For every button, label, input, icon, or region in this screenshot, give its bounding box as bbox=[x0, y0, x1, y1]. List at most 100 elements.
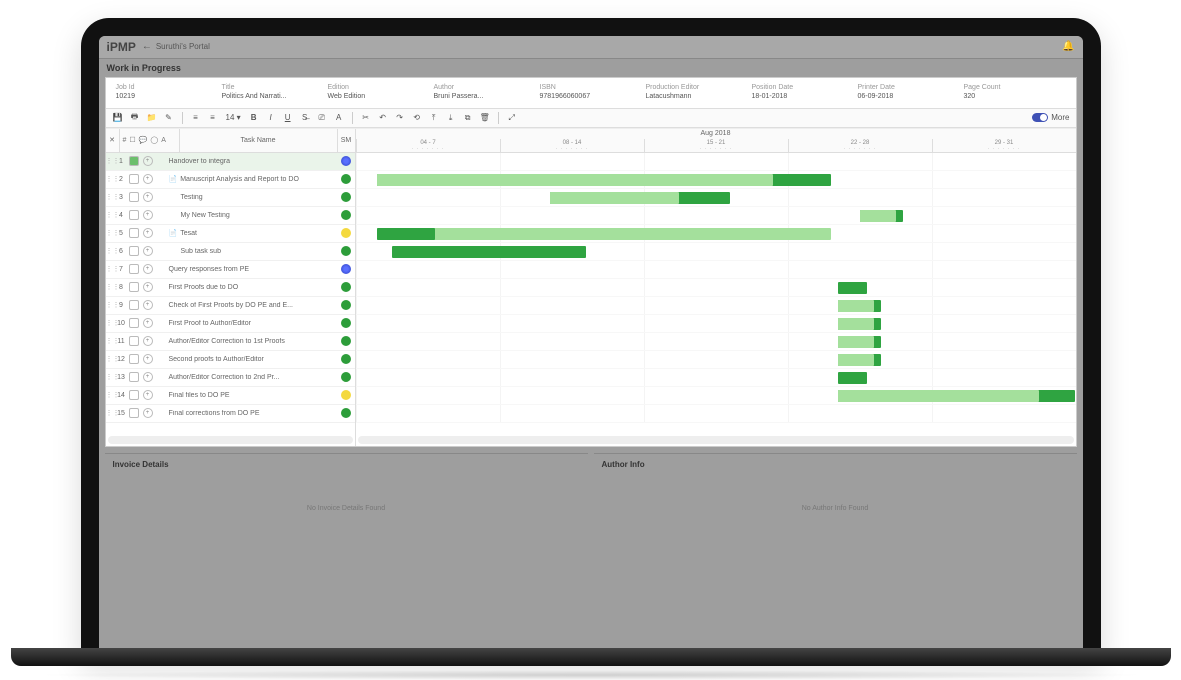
row-checkbox[interactable] bbox=[129, 174, 139, 184]
drag-grip-icon[interactable]: ⋮⋮ bbox=[106, 391, 116, 399]
task-row[interactable]: ⋮⋮10+First Proof to Author/Editor bbox=[106, 315, 355, 333]
expand-icon[interactable]: + bbox=[143, 228, 153, 238]
row-checkbox[interactable] bbox=[129, 282, 139, 292]
gantt-bar[interactable] bbox=[838, 390, 1040, 402]
align-left-icon[interactable]: ≡ bbox=[190, 112, 202, 124]
task-row[interactable]: ⋮⋮14+Final files to DO PE bbox=[106, 387, 355, 405]
expand-icon[interactable]: + bbox=[143, 264, 153, 274]
task-row[interactable]: ⋮⋮7+Query responses from PE bbox=[106, 261, 355, 279]
gantt-bar[interactable] bbox=[838, 318, 874, 330]
expand-icon[interactable]: + bbox=[143, 318, 153, 328]
cut-icon[interactable]: ✂ bbox=[360, 112, 372, 124]
gantt-bar[interactable] bbox=[392, 246, 586, 258]
expand-icon[interactable]: + bbox=[143, 156, 153, 166]
strikethrough-icon[interactable]: S̶ bbox=[299, 112, 311, 124]
row-checkbox[interactable] bbox=[129, 318, 139, 328]
portal-name[interactable]: Suruthi's Portal bbox=[156, 42, 210, 51]
row-checkbox[interactable] bbox=[129, 372, 139, 382]
expand-icon[interactable]: ⤢ bbox=[506, 112, 518, 124]
drag-grip-icon[interactable]: ⋮⋮ bbox=[106, 337, 116, 345]
redo-icon[interactable]: ↷ bbox=[394, 112, 406, 124]
drag-grip-icon[interactable]: ⋮⋮ bbox=[106, 247, 116, 255]
expand-icon[interactable]: + bbox=[143, 246, 153, 256]
drag-grip-icon[interactable]: ⋮⋮ bbox=[106, 157, 116, 165]
folder-icon[interactable]: 📁 bbox=[146, 112, 158, 124]
expand-icon[interactable]: + bbox=[143, 210, 153, 220]
expand-icon[interactable]: + bbox=[143, 408, 153, 418]
gantt-body[interactable] bbox=[356, 153, 1076, 423]
task-name-cell[interactable]: Query responses from PE bbox=[165, 266, 337, 273]
more-toggle[interactable]: More bbox=[1032, 113, 1069, 122]
task-row[interactable]: ⋮⋮9+Check of First Proofs by DO PE and E… bbox=[106, 297, 355, 315]
task-name-cell[interactable]: Author/Editor Correction to 2nd Pr... bbox=[165, 374, 337, 381]
drag-grip-icon[interactable]: ⋮⋮ bbox=[106, 265, 116, 273]
task-row[interactable]: ⋮⋮1+Handover to integra bbox=[106, 153, 355, 171]
horizontal-scrollbar[interactable] bbox=[108, 436, 353, 444]
drag-grip-icon[interactable]: ⋮⋮ bbox=[106, 355, 116, 363]
task-name-cell[interactable]: First Proofs due to DO bbox=[165, 284, 337, 291]
refresh-icon[interactable]: ⟲ bbox=[411, 112, 423, 124]
expand-icon[interactable]: + bbox=[143, 192, 153, 202]
gantt-bar[interactable] bbox=[550, 192, 680, 204]
row-checkbox[interactable] bbox=[129, 192, 139, 202]
task-row[interactable]: ⋮⋮6+Sub task sub bbox=[106, 243, 355, 261]
task-name-cell[interactable]: Testing bbox=[165, 194, 337, 201]
font-size-selector[interactable]: 14 ▾ bbox=[224, 113, 243, 122]
row-checkbox[interactable] bbox=[129, 246, 139, 256]
task-name-cell[interactable]: Final corrections from DO PE bbox=[165, 410, 337, 417]
row-checkbox[interactable] bbox=[129, 264, 139, 274]
week-column[interactable]: 08 - 14· · · · · · · bbox=[500, 139, 644, 152]
underline-icon[interactable]: U bbox=[282, 112, 294, 124]
task-name-cell[interactable]: Final files to DO PE bbox=[165, 392, 337, 399]
task-name-cell[interactable]: Author/Editor Correction to 1st Proofs bbox=[165, 338, 337, 345]
save-icon[interactable]: 💾 bbox=[112, 112, 124, 124]
copy-icon[interactable]: ⧉ bbox=[462, 112, 474, 124]
task-name-cell[interactable]: First Proof to Author/Editor bbox=[165, 320, 337, 327]
expand-icon[interactable]: + bbox=[143, 300, 153, 310]
row-checkbox[interactable] bbox=[129, 390, 139, 400]
task-name-cell[interactable]: Check of First Proofs by DO PE and E... bbox=[165, 302, 337, 309]
expand-icon[interactable]: + bbox=[143, 390, 153, 400]
row-checkbox[interactable] bbox=[129, 408, 139, 418]
row-checkbox[interactable] bbox=[129, 156, 139, 166]
drag-grip-icon[interactable]: ⋮⋮ bbox=[106, 211, 116, 219]
task-row[interactable]: ⋮⋮13+Author/Editor Correction to 2nd Pr.… bbox=[106, 369, 355, 387]
drag-grip-icon[interactable]: ⋮⋮ bbox=[106, 193, 116, 201]
upload-icon[interactable]: ⤒ bbox=[428, 112, 440, 124]
gantt-bar[interactable] bbox=[838, 282, 867, 294]
row-checkbox[interactable] bbox=[129, 228, 139, 238]
week-column[interactable]: 22 - 28· · · · · · · bbox=[788, 139, 932, 152]
gantt-bar[interactable] bbox=[377, 228, 831, 240]
bold-icon[interactable]: B bbox=[248, 112, 260, 124]
print-icon[interactable]: 🖶 bbox=[129, 112, 141, 124]
download-icon[interactable]: ⤓ bbox=[445, 112, 457, 124]
task-name-header[interactable]: Task Name bbox=[180, 129, 337, 152]
row-checkbox[interactable] bbox=[129, 354, 139, 364]
notification-bell-icon[interactable]: 🔔 bbox=[1062, 41, 1074, 52]
drag-grip-icon[interactable]: ⋮⋮ bbox=[106, 175, 116, 183]
task-row[interactable]: ⋮⋮4+My New Testing bbox=[106, 207, 355, 225]
row-checkbox[interactable] bbox=[129, 210, 139, 220]
gantt-bar[interactable] bbox=[377, 174, 773, 186]
back-arrow-icon[interactable]: ← bbox=[142, 41, 152, 52]
week-column[interactable]: 29 - 31· · · · · · · bbox=[932, 139, 1076, 152]
gantt-bar[interactable] bbox=[838, 300, 874, 312]
toggle-switch-icon[interactable] bbox=[1032, 113, 1048, 122]
task-name-cell[interactable]: Handover to integra bbox=[165, 158, 337, 165]
gantt-bar[interactable] bbox=[838, 354, 874, 366]
edit-icon[interactable]: ✎ bbox=[163, 112, 175, 124]
task-row[interactable]: ⋮⋮5+📄Tesat bbox=[106, 225, 355, 243]
undo-icon[interactable]: ↶ bbox=[377, 112, 389, 124]
week-column[interactable]: 04 - 7· · · · · · · bbox=[356, 139, 500, 152]
horizontal-scrollbar[interactable] bbox=[358, 436, 1074, 444]
expand-icon[interactable]: + bbox=[143, 174, 153, 184]
task-row[interactable]: ⋮⋮12+Second proofs to Author/Editor bbox=[106, 351, 355, 369]
task-name-cell[interactable]: Second proofs to Author/Editor bbox=[165, 356, 337, 363]
close-panel-icon[interactable]: ✕ bbox=[106, 129, 120, 152]
drag-grip-icon[interactable]: ⋮⋮ bbox=[106, 301, 116, 309]
highlight-icon[interactable]: ⎚ bbox=[316, 112, 328, 124]
row-checkbox[interactable] bbox=[129, 300, 139, 310]
task-row[interactable]: ⋮⋮2+📄Manuscript Analysis and Report to D… bbox=[106, 171, 355, 189]
font-color-icon[interactable]: A bbox=[333, 112, 345, 124]
task-name-cell[interactable]: My New Testing bbox=[165, 212, 337, 219]
